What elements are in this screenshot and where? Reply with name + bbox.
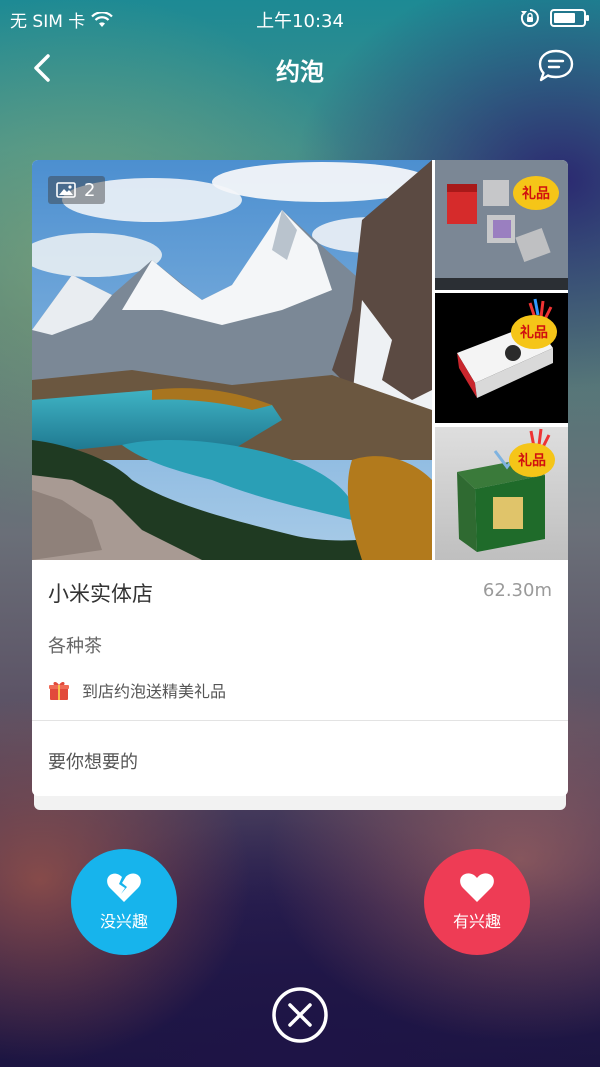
gift-badge: 礼品	[513, 176, 559, 210]
like-button[interactable]: 有兴趣	[424, 849, 530, 955]
page-title: 约泡	[276, 58, 324, 86]
broken-heart-icon	[107, 873, 141, 902]
gift-badge: 礼品	[509, 443, 555, 477]
battery-icon	[550, 9, 589, 27]
status-time: 上午10:34	[256, 11, 344, 32]
shop-category: 各种茶	[48, 636, 102, 657]
battery-level	[554, 13, 575, 23]
image-icon	[56, 182, 76, 198]
shop-card[interactable]: 礼品 礼品 礼品 2 小米实体店 62.30m 各种茶 到店约泡送精美礼品 要你…	[32, 160, 568, 796]
photo-count-badge: 2	[48, 176, 106, 204]
nav-bar: 约泡	[0, 40, 600, 96]
thumb-photo-2[interactable]: 礼品	[435, 293, 568, 423]
status-bar: 无 SIM 卡 上午10:34	[0, 0, 600, 36]
shop-name: 小米实体店	[48, 582, 153, 606]
thumb-photo-1[interactable]: 礼品	[435, 160, 568, 290]
like-label: 有兴趣	[452, 912, 501, 931]
dislike-label: 没兴趣	[99, 912, 148, 931]
rotation-lock-icon	[520, 9, 539, 27]
thumb-photo-3[interactable]: 礼品	[435, 427, 568, 560]
chat-bubble-icon[interactable]	[536, 46, 576, 86]
distance: 62.30m	[482, 580, 552, 601]
heart-icon	[460, 873, 494, 902]
dislike-button[interactable]: 没兴趣	[71, 849, 177, 955]
gift-badge: 礼品	[511, 315, 557, 349]
divider	[32, 720, 568, 721]
tea-box-photo	[435, 293, 568, 423]
close-circle-icon[interactable]	[271, 986, 329, 1044]
promo-text: 到店约泡送精美礼品	[82, 682, 227, 701]
promo-row: 到店约泡送精美礼品	[48, 678, 226, 702]
gift-icon	[49, 681, 69, 700]
main-photo[interactable]	[32, 160, 432, 560]
status-right	[520, 8, 589, 28]
photo-count: 2	[84, 179, 96, 201]
photo-gallery[interactable]: 礼品 礼品 礼品 2	[32, 160, 568, 560]
wish-text: 要你想要的	[48, 752, 138, 773]
